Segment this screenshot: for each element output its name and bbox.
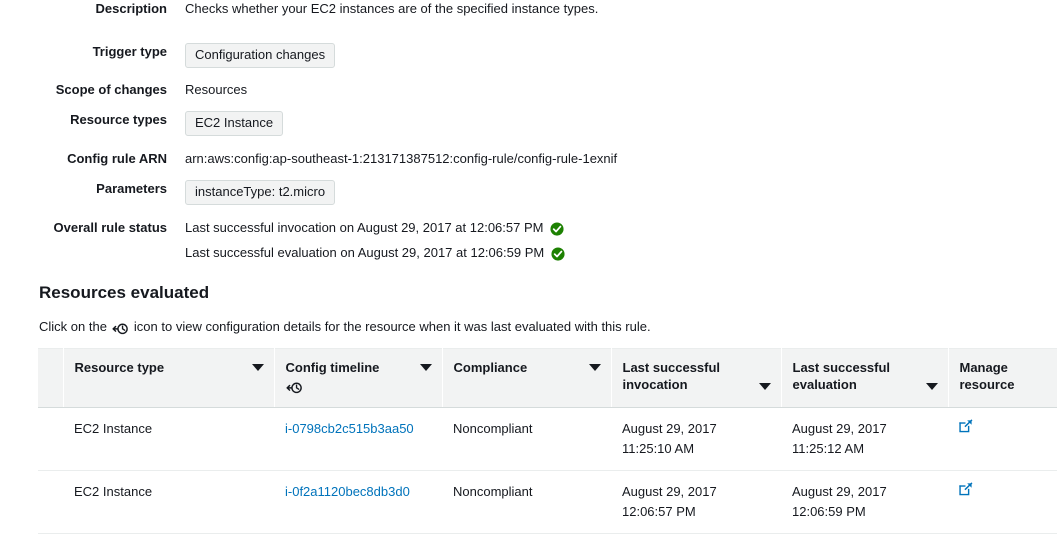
success-check-icon: [551, 247, 565, 261]
column-header-label: Manage resource: [959, 360, 1015, 392]
detail-value-config-rule-arn: arn:aws:config:ap-southeast-1:2131713875…: [185, 151, 618, 166]
table-row: EC2 Instance i-0798cb2c515b3aa50 Noncomp…: [38, 407, 1057, 471]
table-header-row: Resource type Config timeline Compliance…: [38, 348, 1057, 408]
evaluation-date: August 29, 2017: [792, 421, 887, 436]
detail-row-trigger-type: Trigger type Configuration changes: [0, 31, 1057, 68]
detail-label-scope-of-changes: Scope of changes: [55, 82, 167, 97]
config-timeline-link[interactable]: i-0f2a1120bec8db3d0: [285, 484, 410, 499]
detail-label-overall-rule-status: Overall rule status: [53, 220, 167, 235]
chevron-down-icon[interactable]: [251, 364, 264, 371]
status-line-invocation: Last successful invocation on August 29,…: [185, 219, 1057, 237]
detail-label-description: Description: [95, 1, 167, 16]
table-header: Resource type Config timeline Compliance…: [38, 348, 1057, 408]
resources-evaluated-section: Resources evaluated Click on the icon to…: [38, 283, 1057, 336]
cell-last-successful-invocation: August 29, 2017 11:25:10 AM: [611, 407, 781, 471]
resource-type-pill[interactable]: EC2 Instance: [185, 111, 284, 136]
cell-last-successful-invocation: August 29, 2017 12:06:57 PM: [611, 470, 781, 534]
section-description-before: Click on the: [39, 319, 107, 334]
section-description: Click on the icon to view configuration …: [39, 318, 1057, 336]
evaluation-time: 11:25:12 AM: [792, 441, 865, 456]
column-header-label: Last successful evaluation: [792, 360, 891, 392]
cell-manage-resource: [948, 407, 1057, 471]
page-title: Resources evaluated: [39, 283, 210, 302]
row-select-cell[interactable]: [38, 470, 63, 534]
invocation-time: 11:25:10 AM: [622, 441, 695, 456]
section-description-after: icon to view configuration details for t…: [133, 319, 651, 334]
rule-details-list: Description Checks whether your EC2 inst…: [0, 0, 1057, 262]
config-timeline-link[interactable]: i-0798cb2c515b3aa50: [285, 421, 414, 436]
status-badge: Noncompliant: [442, 470, 611, 534]
detail-row-scope-of-changes: Scope of changes Resources: [0, 68, 1057, 99]
row-select-cell[interactable]: [38, 407, 63, 471]
status-evaluation-text: Last successful evaluation on August 29,…: [185, 245, 545, 260]
success-check-icon: [550, 222, 565, 236]
table-row: EC2 Instance i-0f2a1120bec8db3d0 Noncomp…: [38, 470, 1057, 534]
chevron-down-icon[interactable]: [758, 383, 771, 390]
parameters-pill[interactable]: instanceType: t2.micro: [185, 180, 336, 205]
evaluation-date: August 29, 2017: [792, 484, 887, 499]
evaluation-time: 12:06:59 PM: [792, 504, 866, 519]
trigger-type-pill[interactable]: Configuration changes: [185, 43, 336, 68]
table-body: EC2 Instance i-0798cb2c515b3aa50 Noncomp…: [38, 407, 1057, 534]
cell-resource-type: EC2 Instance: [63, 470, 274, 534]
chevron-down-icon[interactable]: [419, 364, 432, 371]
chevron-down-icon[interactable]: [588, 364, 601, 371]
status-invocation-text: Last successful invocation on August 29,…: [185, 220, 544, 235]
cell-manage-resource: [948, 470, 1057, 534]
detail-label-resource-types: Resource types: [70, 112, 167, 127]
column-header-label: Resource type: [74, 360, 165, 375]
config-rule-detail-page: Description Checks whether your EC2 inst…: [0, 0, 1057, 545]
column-header-resource-type[interactable]: Resource type: [63, 348, 275, 408]
detail-row-description: Description Checks whether your EC2 inst…: [0, 0, 1057, 31]
invocation-time: 12:06:57 PM: [622, 504, 696, 519]
cell-resource-type: EC2 Instance: [63, 407, 274, 471]
column-header-label: Config timeline: [285, 360, 380, 375]
select-column-header: [38, 348, 64, 408]
detail-label-parameters: Parameters: [96, 181, 167, 196]
resources-evaluated-table-wrapper: Resource type Config timeline Compliance…: [38, 348, 1057, 534]
status-line-evaluation: Last successful evaluation on August 29,…: [185, 244, 1057, 262]
detail-label-config-rule-arn: Config rule ARN: [67, 151, 167, 166]
column-header-compliance[interactable]: Compliance: [442, 348, 612, 408]
detail-value-description: Checks whether your EC2 instances are of…: [185, 1, 599, 16]
config-timeline-icon[interactable]: [285, 379, 303, 396]
external-link-icon[interactable]: [959, 482, 973, 496]
config-timeline-icon: [112, 320, 129, 337]
invocation-date: August 29, 2017: [622, 484, 717, 499]
detail-row-parameters: Parameters instanceType: t2.micro: [0, 168, 1057, 205]
column-header-manage-resource: Manage resource: [948, 348, 1057, 408]
detail-row-resource-types: Resource types EC2 Instance: [0, 99, 1057, 136]
column-header-label: Compliance: [453, 360, 528, 375]
detail-row-overall-rule-status: Overall rule status Last successful invo…: [0, 205, 1057, 262]
cell-last-successful-evaluation: August 29, 2017 12:06:59 PM: [781, 470, 948, 534]
status-badge: Noncompliant: [442, 407, 611, 471]
invocation-date: August 29, 2017: [622, 421, 717, 436]
column-header-last-successful-invocation[interactable]: Last successful invocation: [611, 348, 782, 408]
column-header-config-timeline[interactable]: Config timeline: [274, 348, 443, 408]
detail-value-scope-of-changes: Resources: [185, 82, 248, 97]
external-link-icon[interactable]: [959, 419, 973, 433]
detail-label-trigger-type: Trigger type: [92, 44, 167, 59]
chevron-down-icon[interactable]: [925, 383, 938, 390]
detail-row-config-rule-arn: Config rule ARN arn:aws:config:ap-southe…: [0, 136, 1057, 168]
column-header-label: Last successful invocation: [622, 360, 721, 392]
cell-last-successful-evaluation: August 29, 2017 11:25:12 AM: [781, 407, 948, 471]
column-header-last-successful-evaluation[interactable]: Last successful evaluation: [781, 348, 949, 408]
resources-evaluated-table: Resource type Config timeline Compliance…: [38, 348, 1057, 534]
